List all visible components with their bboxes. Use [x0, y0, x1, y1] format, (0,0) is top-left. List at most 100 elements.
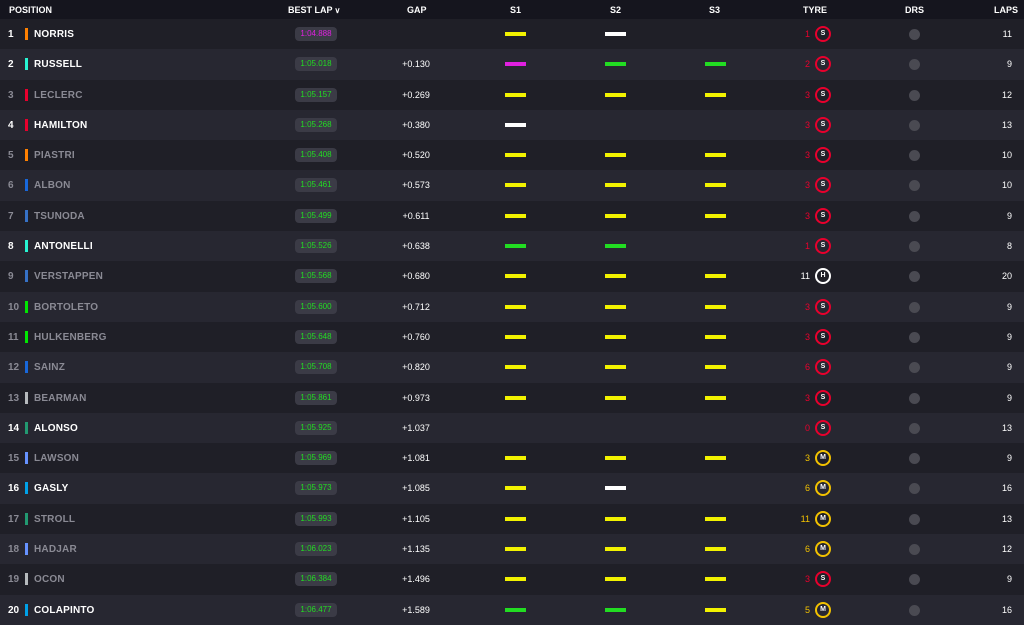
header-laps[interactable]: LAPS — [994, 5, 1018, 15]
driver-name[interactable]: OCON — [34, 574, 65, 585]
tyre-compound-icon: S — [815, 116, 831, 133]
header-drs[interactable]: DRS — [905, 5, 924, 15]
drs-indicator — [909, 29, 920, 40]
table-row[interactable]: 7 TSUNODA 1:05.499 +0.611 3 S 9 — [0, 200, 1024, 232]
team-color-bar — [25, 512, 28, 525]
sector-s1-indicator — [505, 122, 526, 127]
header-best-lap[interactable]: BEST LAP ∨ — [288, 5, 340, 15]
driver-name[interactable]: BORTOLETO — [34, 302, 98, 313]
driver-name[interactable]: GASLY — [34, 483, 69, 494]
driver-name[interactable]: NORRIS — [34, 29, 74, 40]
table-row[interactable]: 2 RUSSELL 1:05.018 +0.130 2 S 9 — [0, 49, 1024, 80]
laps-count: 12 — [1001, 89, 1012, 100]
tyre-compound-icon: M — [815, 450, 831, 467]
laps-count: 9 — [1006, 574, 1012, 585]
best-lap-time: 1:05.408 — [295, 148, 337, 163]
laps-count: 12 — [1001, 544, 1012, 555]
sector-s1-indicator — [505, 32, 526, 36]
sector-s2-indicator — [605, 607, 626, 612]
driver-name[interactable]: BEARMAN — [34, 393, 87, 404]
header-s3[interactable]: S3 — [709, 5, 720, 15]
header-tyre[interactable]: TYRE — [803, 5, 827, 15]
laps-count: 9 — [1006, 59, 1012, 70]
driver-name[interactable]: LECLERC — [34, 90, 83, 101]
driver-name[interactable]: PIASTRI — [34, 150, 75, 161]
drs-indicator — [909, 119, 920, 131]
driver-list: 1 NORRIS 1:04.888 1 S 11 2 RUSSELL 1:05.018 +0.13… — [0, 19, 1024, 625]
table-row[interactable]: 9 VERSTAPPEN 1:05.568 +0.680 11 H 20 — [0, 261, 1024, 292]
sector-s3-indicator — [705, 92, 726, 97]
laps-count: 16 — [1001, 483, 1012, 494]
driver-name[interactable]: COLAPINTO — [34, 605, 95, 616]
table-row[interactable]: 14 ALONSO 1:05.925 +1.037 0 S 13 — [0, 412, 1024, 444]
table-row[interactable]: 18 HADJAR 1:06.023 +1.135 6 M 12 — [0, 534, 1024, 565]
header-s1[interactable]: S1 — [510, 5, 521, 15]
tyre-age: 6 — [804, 362, 810, 373]
table-row[interactable]: 1 NORRIS 1:04.888 1 S 11 — [0, 19, 1024, 50]
header-gap[interactable]: GAP — [407, 5, 427, 15]
driver-name[interactable]: ALONSO — [34, 423, 78, 434]
driver-name[interactable]: HAMILTON — [34, 120, 87, 131]
table-row[interactable]: 4 HAMILTON 1:05.268 +0.380 3 S 13 — [0, 109, 1024, 141]
table-row[interactable]: 6 ALBON 1:05.461 +0.573 3 S 10 — [0, 170, 1024, 201]
table-row[interactable]: 8 ANTONELLI 1:05.526 +0.638 1 S 8 — [0, 231, 1024, 262]
table-row[interactable]: 16 GASLY 1:05.973 +1.085 6 M 16 — [0, 473, 1024, 504]
gap-value: +1.085 — [402, 483, 430, 494]
position-number: 1 — [8, 29, 14, 40]
tyre-compound-icon: S — [815, 571, 831, 588]
tyre-compound-icon: S — [815, 298, 831, 315]
driver-name[interactable]: ANTONELLI — [34, 241, 93, 252]
table-row[interactable]: 10 BORTOLETO 1:05.600 +0.712 3 S 9 — [0, 291, 1024, 322]
tyre-age: 1 — [804, 241, 810, 252]
table-row[interactable]: 5 PIASTRI 1:05.408 +0.520 3 S 10 — [0, 140, 1024, 171]
laps-count: 9 — [1006, 362, 1012, 373]
header-position[interactable]: POSITION — [9, 5, 52, 15]
driver-name[interactable]: VERSTAPPEN — [34, 271, 103, 282]
laps-count: 11 — [1002, 29, 1012, 39]
sector-s1-indicator — [505, 486, 526, 491]
sector-s2-indicator — [605, 153, 626, 158]
drs-indicator — [909, 210, 920, 222]
tyre-compound-icon: S — [815, 207, 831, 224]
sector-s2-indicator — [605, 213, 626, 218]
tyre-compound-icon: S — [815, 86, 831, 103]
drs-indicator — [909, 483, 920, 495]
table-row[interactable]: 3 LECLERC 1:05.157 +0.269 3 S 12 — [0, 79, 1024, 110]
gap-value: +0.611 — [402, 210, 430, 221]
driver-name[interactable]: RUSSELL — [34, 59, 82, 70]
sector-s1-indicator — [505, 547, 526, 552]
drs-indicator — [909, 604, 920, 616]
team-color-bar — [25, 149, 28, 162]
best-lap-time: 1:05.268 — [295, 117, 337, 132]
sector-s1-indicator — [505, 274, 526, 279]
drs-indicator — [909, 544, 920, 556]
table-row[interactable]: 13 BEARMAN 1:05.861 +0.973 3 S 9 — [0, 382, 1024, 413]
position-number: 12 — [8, 362, 20, 374]
tyre-compound-icon: S — [815, 177, 831, 194]
position-number: 20 — [8, 604, 20, 616]
driver-name[interactable]: SAINZ — [34, 362, 65, 373]
tyre-compound-icon: S — [815, 328, 831, 345]
table-row[interactable]: 17 STROLL 1:05.993 +1.105 11 M 13 — [0, 503, 1024, 535]
sector-s2-indicator — [605, 32, 626, 36]
table-row[interactable]: 19 OCON 1:06.384 +1.496 3 S 9 — [0, 564, 1024, 595]
position-number: 17 — [8, 513, 20, 525]
driver-name[interactable]: HULKENBERG — [34, 332, 107, 343]
header-s2[interactable]: S2 — [610, 5, 621, 15]
table-row[interactable]: 11 HULKENBERG 1:05.648 +0.760 3 S 9 — [0, 321, 1024, 353]
gap-value: +0.712 — [402, 301, 430, 312]
table-row[interactable]: 12 SAINZ 1:05.708 +0.820 6 S 9 — [0, 352, 1024, 383]
gap-value: +0.380 — [402, 119, 430, 130]
table-row[interactable]: 15 LAWSON 1:05.969 +1.081 3 M 9 — [0, 443, 1024, 474]
driver-name[interactable]: TSUNODA — [34, 211, 85, 222]
position-number: 3 — [8, 89, 14, 101]
tyre-compound-icon: S — [815, 359, 831, 376]
table-row[interactable]: 20 COLAPINTO 1:06.477 +1.589 5 M 16 — [0, 594, 1024, 625]
driver-name[interactable]: ALBON — [34, 180, 71, 191]
sector-s1-indicator — [505, 365, 526, 370]
driver-name[interactable]: STROLL — [34, 514, 75, 525]
best-lap-time: 1:05.708 — [295, 360, 337, 375]
driver-name[interactable]: HADJAR — [34, 544, 77, 555]
sector-s3-indicator — [705, 304, 726, 309]
driver-name[interactable]: LAWSON — [34, 453, 79, 464]
